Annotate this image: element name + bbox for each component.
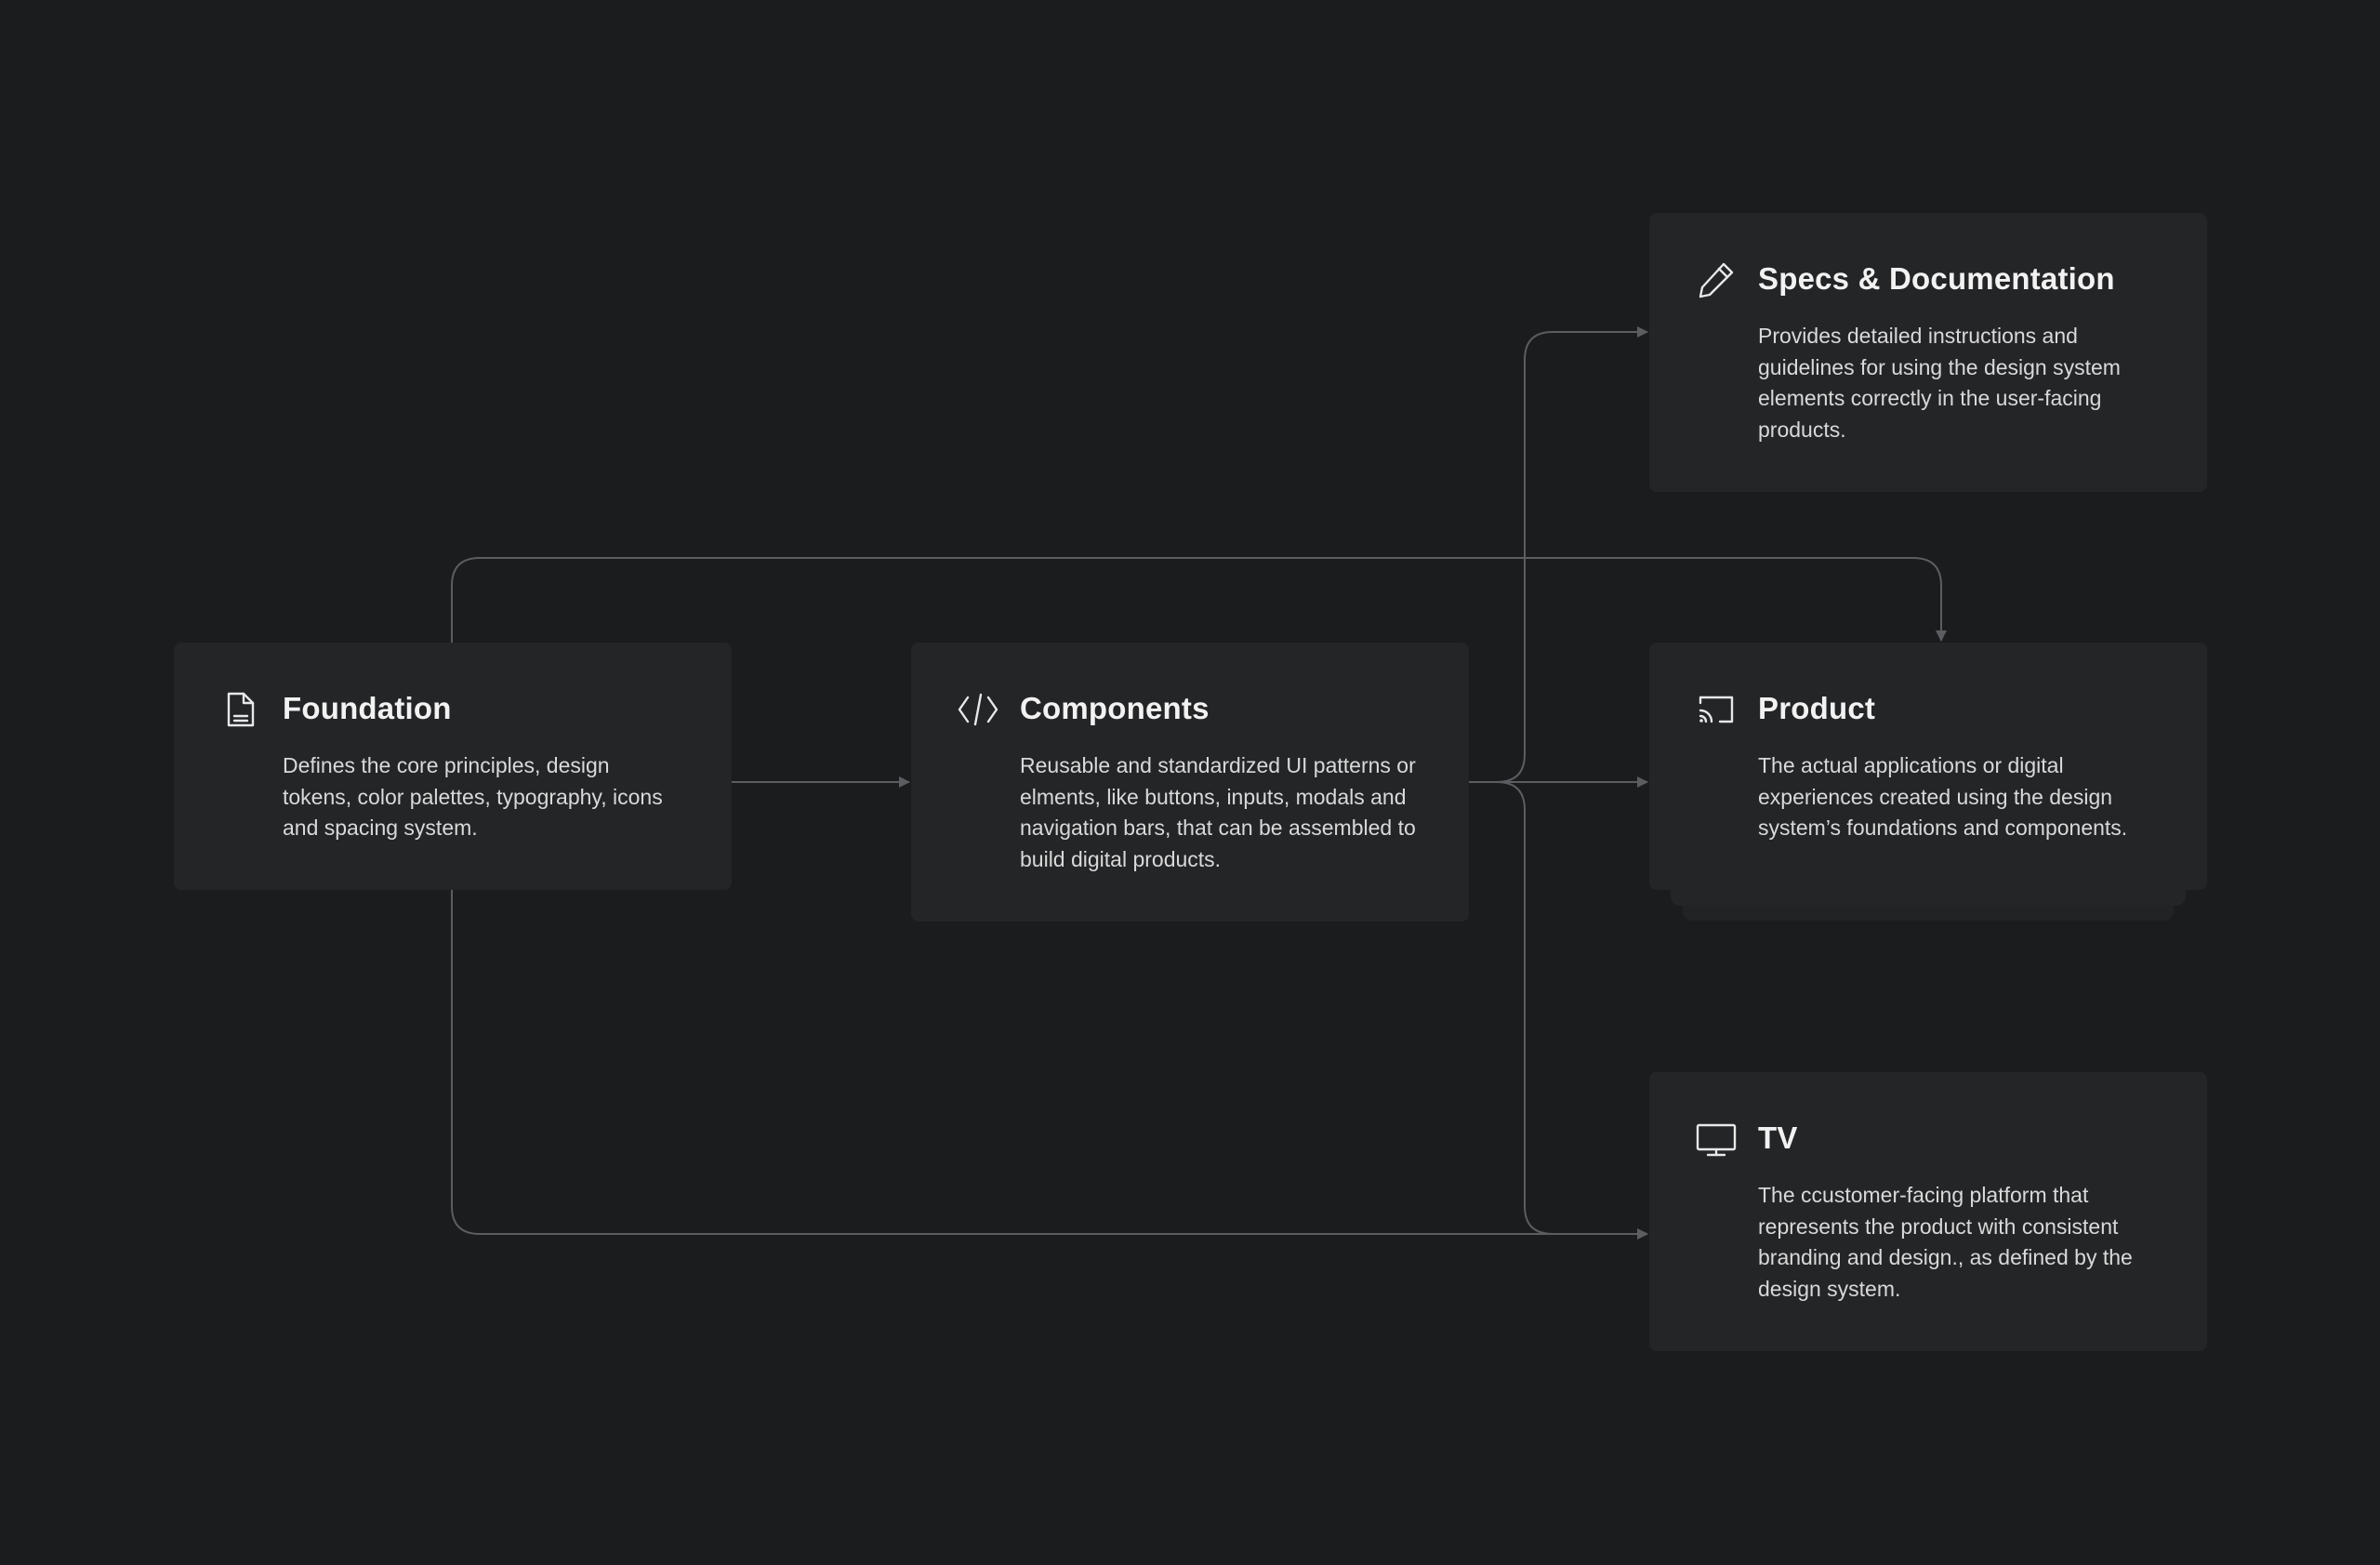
monitor-icon: [1696, 1123, 1737, 1157]
foundation-description: Defines the core principles, design toke…: [283, 753, 663, 840]
product-description: The actual applications or digital exper…: [1758, 753, 2128, 840]
components-title: Components: [1020, 691, 1210, 725]
cast-icon: [1699, 696, 1734, 723]
components-card: Components Reusable and standardized UI …: [911, 643, 1469, 922]
code-icon: [958, 693, 998, 726]
connector-components-tv: [1496, 781, 1648, 1240]
specs-title: Specs & Documentation: [1758, 261, 2115, 296]
product-card: Product The actual applications or digit…: [1649, 643, 2207, 890]
foundation-card: Foundation Defines the core principles, …: [174, 643, 732, 890]
foundation-title: Foundation: [283, 691, 452, 725]
tv-description: The ccustomer-facing platform that repre…: [1758, 1183, 2133, 1301]
connector-foundation-tv: [451, 890, 1648, 1240]
specs-card: Specs & Documentation Provides detailed …: [1649, 213, 2207, 492]
connector-foundation-product: [451, 557, 1947, 643]
tv-title: TV: [1758, 1121, 1798, 1155]
components-description: Reusable and standardized UI patterns or…: [1020, 753, 1416, 871]
product-title: Product: [1758, 691, 1876, 725]
pencil-icon: [1699, 262, 1734, 298]
specs-description: Provides detailed instructions and guide…: [1758, 324, 2121, 442]
tv-card: TV The ccustomer-facing platform that re…: [1649, 1072, 2207, 1351]
document-icon: [227, 692, 255, 727]
product-stack-layer-2: [1683, 906, 2174, 921]
product-stack-layer-1: [1671, 890, 2186, 906]
